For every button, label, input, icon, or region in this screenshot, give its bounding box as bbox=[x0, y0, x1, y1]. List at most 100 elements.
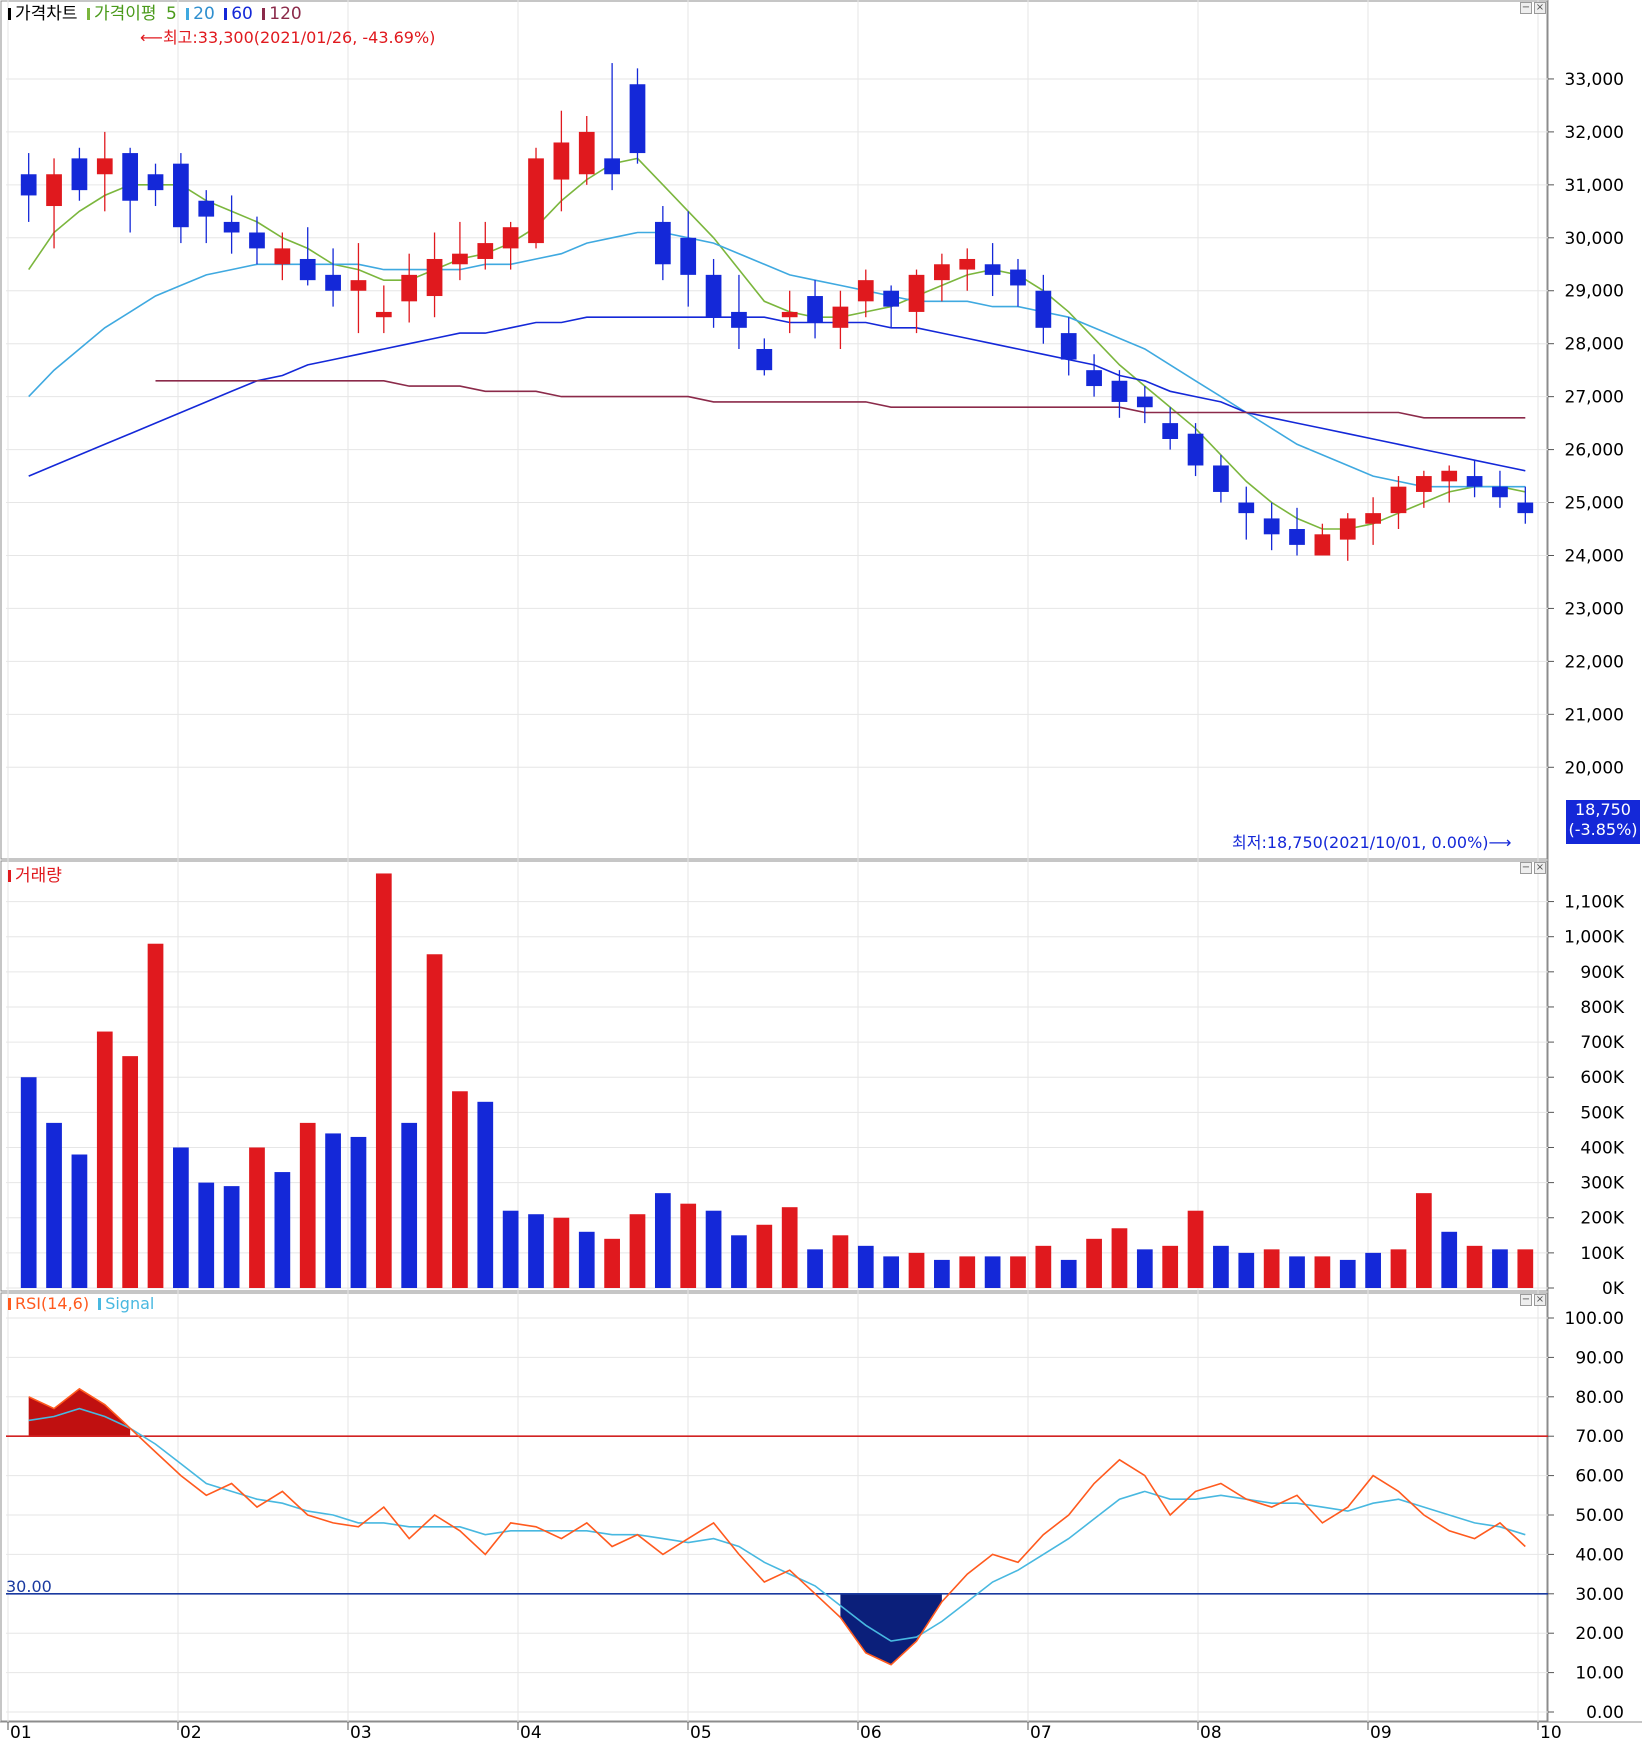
volume-bar bbox=[249, 1147, 265, 1288]
price-legend: 가격차트 가격이평 5 20 60 120 bbox=[8, 0, 306, 24]
price-tick-label: 26,000 bbox=[1565, 441, 1624, 461]
candle-body bbox=[528, 158, 544, 244]
volume-bar bbox=[1314, 1256, 1331, 1288]
rsi-tick-label: 70.00 bbox=[1575, 1427, 1624, 1447]
volume-bar bbox=[1263, 1249, 1280, 1288]
close-icon[interactable]: × bbox=[1534, 2, 1546, 14]
rsi-tick-label: 50.00 bbox=[1575, 1506, 1624, 1526]
x-tick-label: 10 bbox=[1540, 1723, 1562, 1743]
candle-body bbox=[173, 163, 189, 228]
volume-bar bbox=[1010, 1256, 1026, 1288]
candle-body bbox=[1492, 486, 1508, 498]
volume-bar bbox=[426, 954, 443, 1288]
x-tick-label: 05 bbox=[690, 1723, 712, 1743]
volume-tick-label: 300K bbox=[1580, 1174, 1624, 1194]
minimize-icon[interactable]: − bbox=[1520, 862, 1532, 874]
candle-body bbox=[1289, 529, 1305, 545]
minimize-icon[interactable]: − bbox=[1520, 1294, 1532, 1306]
x-tick-label: 08 bbox=[1200, 1723, 1222, 1743]
volume-bar bbox=[173, 1147, 189, 1288]
candle-body bbox=[1390, 486, 1407, 514]
volume-bar bbox=[934, 1259, 950, 1288]
candle-body bbox=[1187, 433, 1204, 466]
candle-body bbox=[705, 274, 722, 318]
candle-body bbox=[654, 221, 671, 265]
volume-bar bbox=[1365, 1252, 1381, 1288]
volume-bar bbox=[553, 1217, 570, 1288]
candle-body bbox=[1339, 518, 1356, 540]
volume-bar bbox=[1517, 1249, 1534, 1288]
volume-bar bbox=[857, 1245, 874, 1288]
candle-body bbox=[832, 306, 849, 328]
high-annotation-text: 최고:33,300(2021/01/26, -43.69%) bbox=[162, 28, 436, 47]
candle-body bbox=[629, 84, 646, 154]
candle-body bbox=[350, 280, 367, 291]
candle-body bbox=[1365, 513, 1381, 524]
volume-tick-label: 100K bbox=[1580, 1244, 1624, 1264]
volume-bar bbox=[1060, 1259, 1077, 1288]
last-price-value: 18,750 bbox=[1575, 800, 1631, 819]
volume-bar bbox=[1111, 1228, 1128, 1288]
volume-tick-label: 1,100K bbox=[1564, 893, 1625, 913]
volume-bar bbox=[1492, 1249, 1508, 1288]
volume-tick-label: 800K bbox=[1580, 998, 1624, 1018]
candle-body bbox=[959, 258, 976, 270]
candle-body bbox=[249, 232, 265, 249]
candle-body bbox=[198, 200, 215, 217]
volume-bar bbox=[705, 1210, 722, 1288]
last-price-change: (-3.85%) bbox=[1568, 820, 1638, 839]
candle-body bbox=[477, 243, 494, 259]
candle-body bbox=[604, 158, 620, 175]
price-tick-label: 20,000 bbox=[1565, 758, 1624, 778]
rsi-tick-label: 100.00 bbox=[1565, 1309, 1624, 1329]
close-icon[interactable]: × bbox=[1534, 1294, 1546, 1306]
ma-title: 가격이평 bbox=[93, 4, 157, 24]
volume-panel-title: 거래량 bbox=[15, 866, 62, 886]
volume-tick-label: 900K bbox=[1580, 963, 1624, 983]
volume-bar bbox=[883, 1256, 900, 1288]
candle-body bbox=[1415, 476, 1432, 492]
volume-bar bbox=[122, 1056, 139, 1288]
volume-bar bbox=[299, 1122, 316, 1288]
volume-bar bbox=[375, 873, 392, 1288]
candle-body bbox=[1086, 370, 1102, 387]
ma-120-label: 120 bbox=[269, 4, 302, 24]
volume-tick-label: 700K bbox=[1580, 1033, 1624, 1053]
volume-bar bbox=[807, 1249, 823, 1288]
low-annotation-text: 최저:18,750(2021/10/01, 0.00%) bbox=[1232, 833, 1489, 852]
candle-body bbox=[756, 348, 773, 371]
candle-body bbox=[908, 274, 925, 312]
price-tick-label: 28,000 bbox=[1565, 335, 1624, 355]
volume-bar bbox=[46, 1122, 62, 1288]
volume-panel-buttons: − × bbox=[1518, 862, 1546, 874]
left-arrow-icon: ⟵ bbox=[140, 28, 163, 47]
volume-bar bbox=[71, 1154, 88, 1288]
volume-legend: 거래량 bbox=[8, 861, 66, 886]
price-tick-label: 31,000 bbox=[1565, 176, 1624, 196]
volume-bar bbox=[832, 1235, 849, 1288]
rsi-tick-label: 90.00 bbox=[1575, 1348, 1624, 1368]
candle-body bbox=[731, 311, 747, 328]
signal-title: Signal bbox=[105, 1294, 155, 1313]
candle-body bbox=[807, 296, 823, 323]
volume-bar bbox=[401, 1122, 418, 1288]
candle-body bbox=[1136, 396, 1153, 408]
candle-body bbox=[1263, 518, 1280, 535]
volume-bar bbox=[731, 1235, 747, 1288]
volume-tick-label: 200K bbox=[1580, 1209, 1624, 1229]
candle-body bbox=[1162, 423, 1179, 439]
minimize-icon[interactable]: − bbox=[1520, 2, 1532, 14]
price-tick-label: 24,000 bbox=[1565, 546, 1624, 566]
x-tick-label: 01 bbox=[10, 1723, 32, 1743]
x-tick-label: 02 bbox=[180, 1723, 202, 1743]
rsi-30-label: 30.00 bbox=[6, 1577, 52, 1596]
volume-bar bbox=[1035, 1245, 1052, 1288]
volume-bar bbox=[198, 1182, 215, 1288]
low-annotation: 최저:18,750(2021/10/01, 0.00%)⟶ bbox=[1232, 829, 1511, 853]
right-arrow-icon: ⟶ bbox=[1488, 833, 1512, 852]
rsi-tick-label: 30.00 bbox=[1575, 1585, 1624, 1605]
close-icon[interactable]: × bbox=[1534, 862, 1546, 874]
rsi-tick-label: 20.00 bbox=[1575, 1624, 1624, 1644]
rsi-tick-label: 0.00 bbox=[1586, 1703, 1624, 1723]
price-panel-title: 가격차트 bbox=[15, 4, 78, 24]
